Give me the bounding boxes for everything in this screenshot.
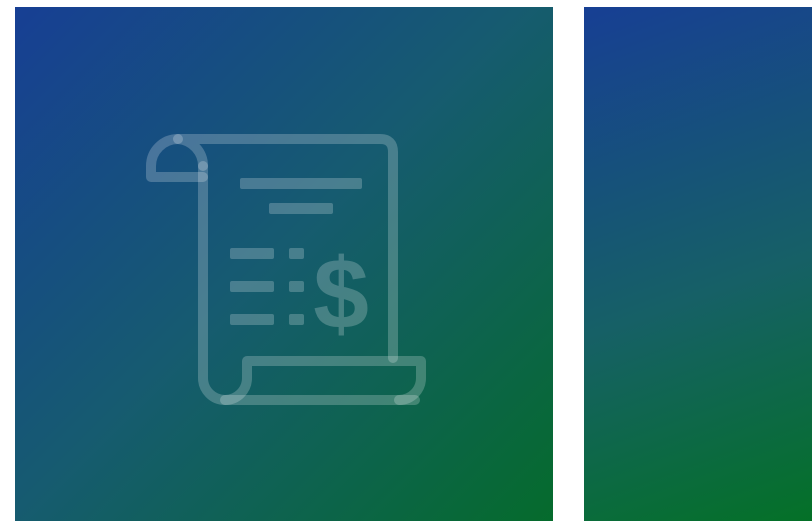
- dollar-sign-glyph: $: [313, 238, 369, 350]
- card-left[interactable]: $: [15, 7, 553, 521]
- card-right[interactable]: [584, 7, 812, 521]
- receipt-dollar-icon: $: [146, 134, 426, 405]
